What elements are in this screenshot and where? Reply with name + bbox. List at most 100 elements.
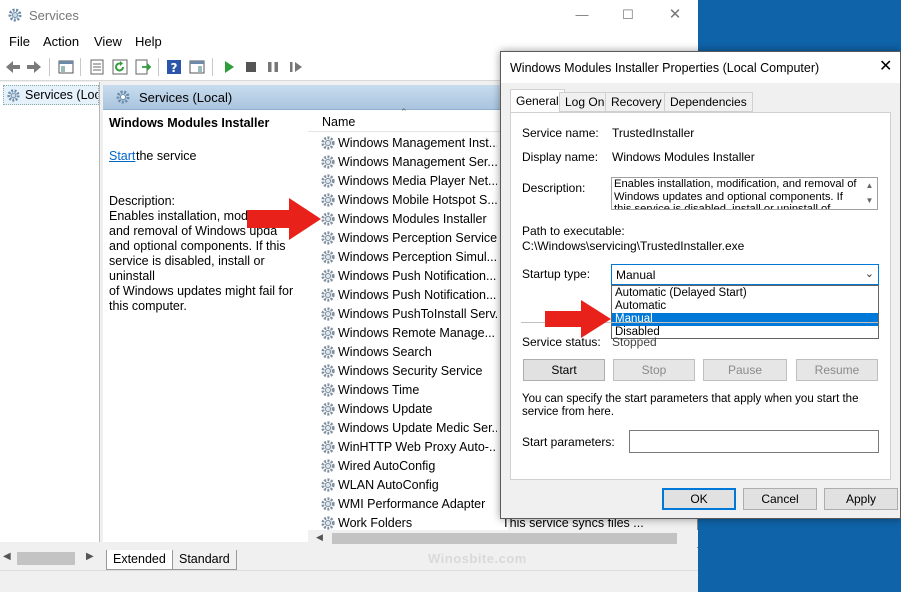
services-gear-icon [8, 8, 22, 22]
apply-button[interactable]: Apply [824, 488, 898, 510]
scroll-thumb[interactable] [332, 533, 677, 544]
tab-standard[interactable]: Standard [172, 550, 237, 570]
startup-type-select[interactable]: Manual ⌄ [611, 264, 879, 285]
service-row[interactable]: Windows Push Notification... [312, 286, 497, 305]
service-gear-icon [321, 440, 335, 454]
service-row[interactable]: Windows Media Player Net... [312, 172, 497, 191]
minimize-icon[interactable]: — [571, 4, 593, 26]
service-row[interactable]: Windows Time [312, 381, 497, 400]
start-button[interactable]: Start [523, 359, 605, 381]
service-row[interactable]: WinHTTP Web Proxy Auto-... [312, 438, 497, 457]
menu-file[interactable]: File [9, 34, 30, 49]
svg-text:?: ? [171, 61, 178, 75]
console-tree-icon[interactable] [57, 58, 75, 76]
properties-sheet-icon[interactable] [88, 58, 106, 76]
service-row[interactable]: Windows Management Inst... [312, 134, 497, 153]
service-row[interactable]: WLAN AutoConfig [312, 476, 497, 495]
service-row[interactable]: Windows Mobile Hotspot S... [312, 191, 497, 210]
option-manual[interactable]: Manual [612, 313, 878, 326]
stop-icon[interactable] [242, 58, 260, 76]
start-params-input[interactable] [629, 430, 879, 453]
toolbar-separator [80, 58, 81, 76]
column-header-name[interactable]: ⌃ Name [308, 107, 508, 132]
service-row[interactable]: Windows Search [312, 343, 497, 362]
cancel-button[interactable]: Cancel [743, 488, 817, 510]
service-gear-icon [321, 269, 335, 283]
service-name-value: TrustedInstaller [612, 126, 695, 140]
start-params-hint: You can specify the start parameters tha… [522, 393, 859, 418]
extended-description-pane [103, 110, 308, 542]
refresh-icon[interactable] [111, 58, 129, 76]
list-horizontal-scrollbar[interactable]: ◀ [308, 530, 698, 547]
dialog-title-bar[interactable]: Windows Modules Installer Properties (Lo… [501, 52, 900, 83]
tab-log-on[interactable]: Log On [559, 92, 611, 112]
service-row[interactable]: Windows Perception Simul... [312, 248, 497, 267]
service-gear-icon [321, 345, 335, 359]
service-row[interactable]: Windows Update [312, 400, 497, 419]
menu-help[interactable]: Help [135, 34, 162, 49]
service-row[interactable]: Windows Modules Installer [312, 210, 497, 229]
service-gear-icon [321, 288, 335, 302]
service-gear-icon [321, 459, 335, 473]
service-name: Work Folders [338, 516, 413, 530]
startup-type-label: Startup type: [522, 267, 591, 281]
option-automatic[interactable]: Automatic [612, 300, 878, 313]
restart-icon[interactable] [287, 58, 305, 76]
scroll-left-icon[interactable]: ◀ [3, 551, 11, 562]
help-icon[interactable]: ? [165, 58, 183, 76]
show-hide-pane-icon[interactable] [188, 58, 206, 76]
stop-button[interactable]: Stop [613, 359, 695, 381]
scroll-up-icon[interactable]: ▲ [866, 181, 874, 190]
description-text: Enables installation, modification, and … [614, 178, 857, 210]
column-header-label: Name [322, 115, 356, 129]
scroll-right-icon[interactable]: ▶ [86, 551, 94, 562]
service-row[interactable]: Windows Security Service [312, 362, 497, 381]
service-name: WMI Performance Adapter [338, 497, 486, 511]
play-icon[interactable] [220, 58, 238, 76]
service-row[interactable]: Windows Perception Service [312, 229, 497, 248]
dialog-close-icon[interactable]: ✕ [879, 56, 892, 76]
description-textbox[interactable]: Enables installation, modification, and … [611, 177, 878, 210]
export-list-icon[interactable] [134, 58, 152, 76]
toolbar-separator [158, 58, 159, 76]
menu-action[interactable]: Action [43, 34, 79, 49]
resume-button[interactable]: Resume [796, 359, 878, 381]
service-row[interactable]: Windows Update Medic Ser... [312, 419, 497, 438]
tree-horizontal-scrollbar[interactable]: ◀ ▶ [0, 548, 100, 570]
tab-recovery[interactable]: Recovery [605, 92, 668, 112]
tab-general[interactable]: General [510, 89, 565, 113]
pause-button[interactable]: Pause [703, 359, 787, 381]
service-row[interactable]: Wired AutoConfig [312, 457, 497, 476]
service-row[interactable]: Windows Push Notification... [312, 267, 497, 286]
forward-arrow-icon[interactable] [25, 58, 43, 76]
service-name: Windows Push Notification... [338, 288, 497, 302]
ok-button[interactable]: OK [662, 488, 736, 510]
service-name: WLAN AutoConfig [338, 478, 439, 492]
service-row[interactable]: Windows Remote Manage... [312, 324, 497, 343]
scroll-thumb[interactable] [17, 552, 75, 565]
scroll-left-icon[interactable]: ◀ [316, 532, 323, 543]
tab-dependencies[interactable]: Dependencies [664, 92, 753, 112]
chevron-down-icon: ⌄ [864, 268, 874, 280]
service-gear-icon [321, 155, 335, 169]
tree-item-services-local[interactable]: Services (Local) [3, 85, 99, 105]
toolbar-separator [212, 58, 213, 76]
dialog-title: Windows Modules Installer Properties (Lo… [510, 61, 820, 75]
scroll-down-icon[interactable]: ▼ [866, 196, 874, 205]
maximize-icon[interactable]: ☐ [617, 4, 639, 26]
tab-extended[interactable]: Extended [106, 550, 173, 570]
option-automatic-delayed[interactable]: Automatic (Delayed Start) [612, 287, 878, 300]
pause-icon[interactable] [264, 58, 282, 76]
startup-type-value: Manual [616, 268, 656, 282]
start-service-link[interactable]: Start [109, 149, 135, 163]
title-bar[interactable]: Services — ☐ ✕ [0, 0, 698, 31]
service-name: Windows Search [338, 345, 432, 359]
service-name: Windows Perception Simul... [338, 250, 497, 264]
description-scrollbar[interactable]: ▲ ▼ [862, 178, 877, 209]
menu-view[interactable]: View [94, 34, 122, 49]
back-arrow-icon[interactable] [4, 58, 22, 76]
service-row[interactable]: Windows Management Ser... [312, 153, 497, 172]
close-icon[interactable]: ✕ [664, 4, 686, 26]
service-row[interactable]: WMI Performance Adapter [312, 495, 497, 514]
service-row[interactable]: Windows PushToInstall Serv... [312, 305, 497, 324]
